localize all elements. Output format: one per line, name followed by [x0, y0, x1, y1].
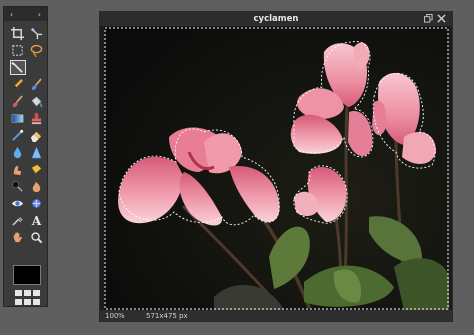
collapse-left-icon[interactable]: ‹	[10, 10, 13, 19]
gradient-icon	[11, 114, 24, 123]
sponge-tool[interactable]	[27, 161, 46, 178]
zoom-tool-icon	[31, 232, 43, 244]
blur-tool[interactable]	[8, 144, 27, 161]
brush-icon	[31, 78, 42, 91]
text-tool-icon: A	[31, 213, 42, 228]
zoom-unit: %	[118, 311, 125, 320]
magic-wand-icon	[11, 61, 23, 73]
paint-bucket-icon	[31, 96, 43, 108]
burn-tool[interactable]	[27, 178, 46, 195]
spot-heal-icon	[32, 199, 41, 208]
collapse-right-icon[interactable]: ›	[38, 10, 41, 19]
crop-tool-icon	[11, 27, 24, 40]
close-window-icon[interactable]	[437, 14, 446, 23]
eraser-tool[interactable]	[27, 127, 46, 144]
dodge-tool[interactable]	[8, 178, 27, 195]
tools-panel-header: ‹ ›	[4, 7, 47, 21]
paint-bucket-tool[interactable]	[27, 93, 46, 110]
brush-tool[interactable]	[27, 76, 46, 93]
marquee-select-icon	[12, 45, 23, 56]
zoom-tool[interactable]	[27, 229, 46, 246]
wand-brush-icon	[12, 129, 24, 141]
color-replace-tool[interactable]	[8, 93, 27, 110]
active-tool-frame	[9, 60, 26, 75]
eraser-icon	[30, 131, 42, 142]
color-picker-tool[interactable]	[8, 212, 27, 229]
image-dimensions: 571x475 px	[146, 311, 188, 320]
pencil-tool[interactable]	[8, 76, 27, 93]
hand-tool[interactable]	[8, 229, 27, 246]
magic-wand-tool[interactable]	[8, 59, 27, 76]
view-grid-icon[interactable]	[15, 290, 41, 306]
tool-grid: A	[8, 25, 46, 246]
zoom-level[interactable]: 100	[100, 312, 118, 320]
marquee-select-tool[interactable]	[8, 42, 27, 59]
restore-window-icon[interactable]	[424, 14, 433, 23]
color-picker-icon	[12, 217, 23, 226]
sharpen-icon	[31, 146, 42, 159]
image-window-titlebar[interactable]: cyclamen	[100, 12, 452, 26]
smudge-finger-icon	[13, 165, 22, 176]
sharpen-tool[interactable]	[27, 144, 46, 161]
hand-tool-icon	[13, 232, 23, 243]
tools-panel: ‹ › A	[3, 6, 48, 307]
blur-drop-icon	[13, 146, 22, 159]
crop-tool[interactable]	[8, 25, 27, 42]
smudge-tool[interactable]	[8, 161, 27, 178]
window-controls	[424, 14, 446, 23]
red-eye-tool[interactable]	[8, 195, 27, 212]
burn-icon	[32, 181, 41, 193]
lasso-select-tool[interactable]	[27, 42, 46, 59]
sponge-icon	[31, 164, 42, 174]
lasso-select-icon	[30, 44, 43, 57]
clone-stamp-icon	[31, 112, 42, 125]
clone-stamp-tool[interactable]	[27, 110, 46, 127]
red-eye-icon	[11, 200, 24, 207]
pencil-icon	[12, 78, 24, 90]
spot-heal-tool[interactable]	[27, 195, 46, 212]
image-canvas[interactable]	[104, 27, 449, 310]
image-statusbar: 100 % 571x475 px	[100, 310, 452, 321]
text-tool[interactable]: A	[27, 212, 46, 229]
wand-brush-tool[interactable]	[8, 127, 27, 144]
slice-tool[interactable]	[27, 25, 46, 42]
slice-tool-icon	[31, 28, 43, 40]
primary-color-swatch[interactable]	[13, 265, 41, 285]
color-replace-icon	[12, 95, 23, 108]
image-title: cyclamen	[253, 14, 299, 24]
image-window: cyclamen 100 % 571x475 px	[99, 11, 453, 322]
cyclamen-photo	[104, 27, 449, 310]
dodge-icon	[12, 181, 23, 192]
gradient-tool[interactable]	[8, 110, 27, 127]
empty-tool-slot	[27, 59, 46, 76]
